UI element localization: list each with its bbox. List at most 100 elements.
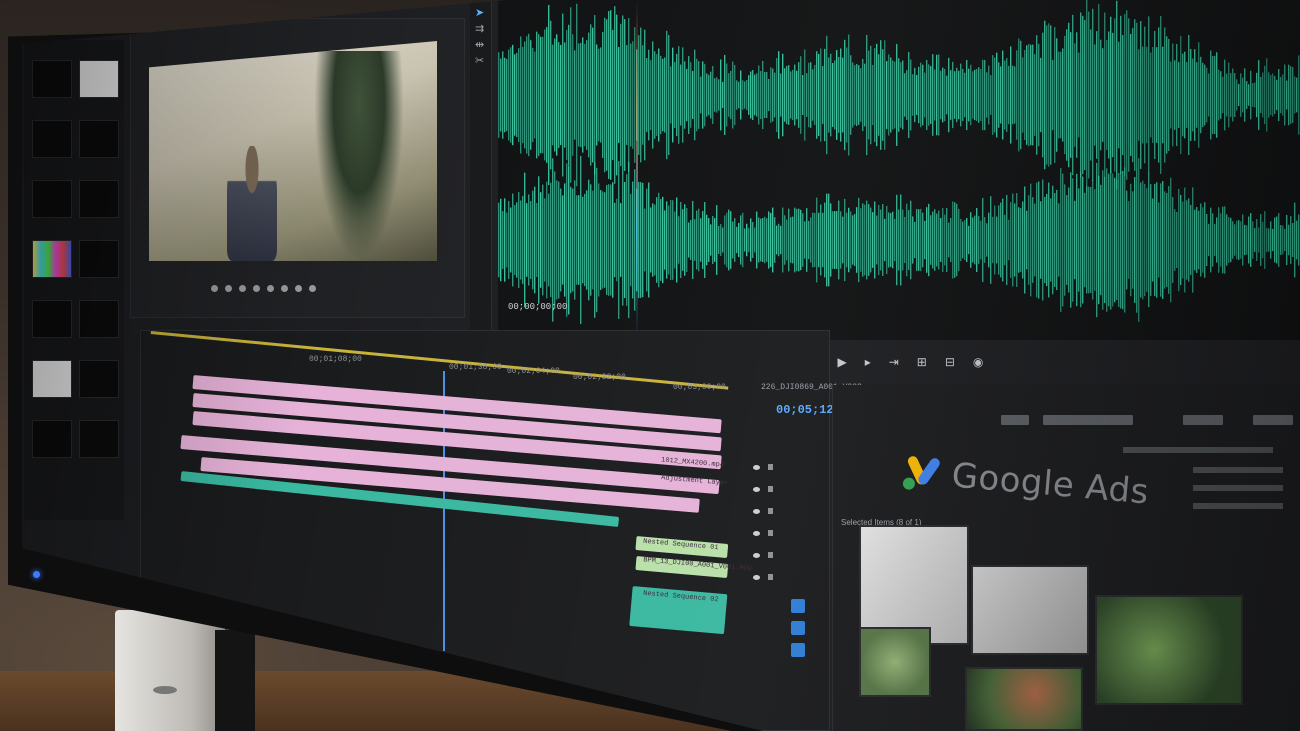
- track-select-icon[interactable]: ⇉: [475, 22, 484, 35]
- waveform-sample: [570, 186, 572, 294]
- waveform-sample: [1242, 77, 1244, 113]
- waveform-sample: [622, 15, 624, 175]
- waveform-sample: [1054, 27, 1056, 163]
- waveform-sample: [680, 202, 682, 278]
- waveform-sample: [676, 53, 678, 137]
- media-thumbnail[interactable]: [971, 565, 1089, 655]
- eye-icon[interactable]: [753, 508, 760, 514]
- eye-icon[interactable]: [753, 486, 760, 492]
- waveform-sample: [766, 218, 768, 262]
- go-to-out-icon[interactable]: ⇥: [889, 355, 899, 369]
- waveform-sample: [1264, 211, 1266, 269]
- waveform-sample: [746, 223, 748, 257]
- bin-tab[interactable]: [1253, 415, 1293, 425]
- waveform-sample: [1060, 167, 1062, 313]
- waveform-sample: [526, 36, 528, 154]
- waveform-sample: [582, 37, 584, 153]
- waveform-sample: [596, 167, 598, 313]
- step-forward-icon[interactable]: [267, 285, 274, 292]
- waveform-sample: [756, 73, 758, 117]
- project-thumb[interactable]: [79, 420, 119, 458]
- project-thumb[interactable]: [79, 60, 119, 98]
- waveform-sample: [1068, 22, 1070, 168]
- bin-tab[interactable]: [1183, 415, 1223, 425]
- ripple-edit-icon[interactable]: ⇹: [475, 38, 484, 51]
- eye-icon[interactable]: [753, 552, 760, 558]
- waveform-sample: [1152, 198, 1154, 282]
- waveform-sample: [664, 210, 666, 270]
- mute-toggle[interactable]: [791, 643, 805, 657]
- waveform-sample: [978, 67, 980, 123]
- waveform-sample: [1228, 62, 1230, 128]
- razor-icon[interactable]: ✂: [475, 54, 484, 67]
- waveform-sample: [588, 179, 590, 301]
- waveform-sample: [1008, 65, 1010, 125]
- overwrite-icon[interactable]: ⊟: [945, 355, 955, 369]
- waveform-sample: [924, 220, 926, 260]
- waveform-sample: [770, 212, 772, 268]
- waveform-sample: [828, 193, 830, 287]
- lock-icon[interactable]: [768, 486, 773, 492]
- project-thumb[interactable]: [79, 300, 119, 338]
- project-thumb[interactable]: [32, 240, 72, 278]
- export-frame-icon[interactable]: ◉: [973, 355, 983, 369]
- project-thumb[interactable]: [79, 180, 119, 218]
- step-back-icon[interactable]: [211, 285, 218, 292]
- waveform-sample: [1150, 184, 1152, 296]
- waveform-sample: [1106, 168, 1108, 312]
- project-thumb[interactable]: [32, 60, 72, 98]
- project-thumb[interactable]: [32, 300, 72, 338]
- audio-waveform[interactable]: [498, 0, 1300, 340]
- lock-icon[interactable]: [768, 508, 773, 514]
- bin-info-line: [1193, 485, 1283, 491]
- media-thumbnail[interactable]: [965, 667, 1083, 731]
- play-icon[interactable]: [253, 285, 260, 292]
- waveform-sample: [986, 72, 988, 118]
- media-thumbnail[interactable]: [1095, 595, 1243, 705]
- lock-icon[interactable]: [768, 464, 773, 470]
- media-thumbnail[interactable]: [859, 627, 931, 697]
- waveform-sample: [874, 48, 876, 142]
- project-thumb[interactable]: [79, 240, 119, 278]
- waveform-sample: [650, 207, 652, 273]
- eye-icon[interactable]: [753, 464, 760, 470]
- project-thumb[interactable]: [32, 120, 72, 158]
- extract-icon[interactable]: [295, 285, 302, 292]
- bin-info-line: [1193, 467, 1283, 473]
- eye-icon[interactable]: [753, 530, 760, 536]
- video-preview[interactable]: [149, 41, 437, 261]
- play-icon[interactable]: ▶: [837, 355, 846, 369]
- mark-in-icon[interactable]: [225, 285, 232, 292]
- lock-icon[interactable]: [768, 530, 773, 536]
- waveform-sample: [1258, 60, 1260, 130]
- waveform-sample: [732, 61, 734, 129]
- insert-icon[interactable]: ⊞: [917, 355, 927, 369]
- project-thumb[interactable]: [32, 180, 72, 218]
- waveform-sample: [1146, 188, 1148, 292]
- timeline-ruler[interactable]: [141, 331, 731, 390]
- waveform-sample: [1036, 35, 1038, 155]
- lock-icon[interactable]: [768, 574, 773, 580]
- bin-tab[interactable]: [1001, 415, 1029, 425]
- mute-toggle[interactable]: [791, 599, 805, 613]
- lock-icon[interactable]: [768, 552, 773, 558]
- waveform-sample: [620, 203, 622, 277]
- project-thumb[interactable]: [79, 360, 119, 398]
- waveform-sample: [738, 81, 740, 109]
- mute-toggle[interactable]: [791, 621, 805, 635]
- waveform-sample: [1172, 197, 1174, 283]
- waveform-sample: [916, 208, 918, 272]
- step-forward-icon[interactable]: ▸: [865, 355, 871, 369]
- eye-icon[interactable]: [753, 574, 760, 580]
- project-thumb[interactable]: [79, 120, 119, 158]
- bin-tab[interactable]: [1043, 415, 1133, 425]
- mark-out-icon[interactable]: [239, 285, 246, 292]
- audio-playhead[interactable]: [636, 0, 638, 340]
- project-thumb[interactable]: [32, 420, 72, 458]
- project-thumb[interactable]: [32, 360, 72, 398]
- selection-tool-icon[interactable]: ➤: [475, 6, 484, 19]
- waveform-sample: [1298, 214, 1300, 266]
- waveform-sample: [614, 202, 616, 278]
- lift-icon[interactable]: [281, 285, 288, 292]
- export-frame-icon[interactable]: [309, 285, 316, 292]
